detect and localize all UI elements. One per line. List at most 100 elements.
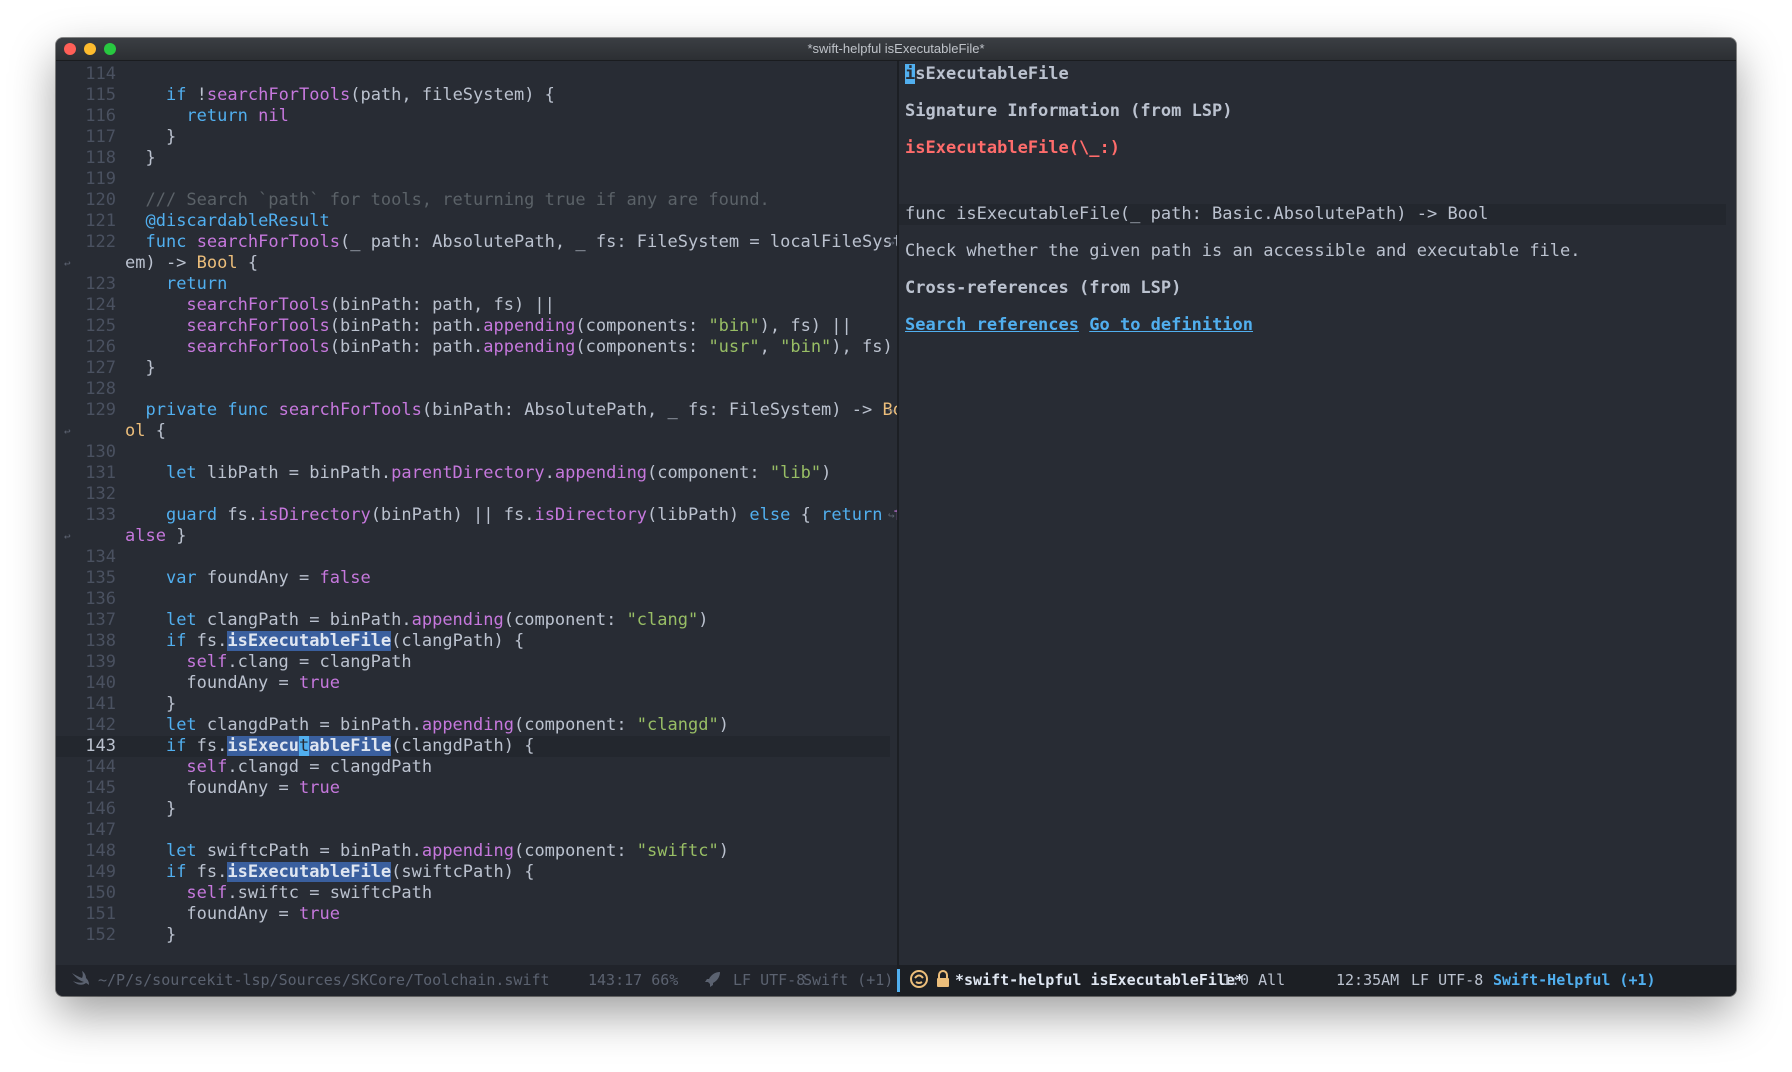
code-line[interactable]: 118 } <box>56 148 890 169</box>
code-line[interactable]: 144 self.clangd = clangdPath <box>56 757 890 778</box>
line-number: 129 <box>85 400 116 420</box>
code-line[interactable]: 116 return nil <box>56 106 890 127</box>
line-number: 124 <box>85 295 116 315</box>
window-title: *swift-helpful isExecutableFile* <box>807 41 985 56</box>
line-number: 121 <box>85 211 116 231</box>
code-text: } <box>125 694 176 715</box>
code-line[interactable]: 133 guard fs.isDirectory(binPath) || fs.… <box>56 505 897 526</box>
code-token: "bin" <box>708 316 760 336</box>
code-line[interactable]: 128 <box>56 379 890 400</box>
code-token: libPath = binPath. <box>196 463 392 483</box>
code-token: (component: <box>503 610 627 630</box>
code-token: } <box>125 148 156 168</box>
code-token: appending <box>411 610 504 630</box>
code-line[interactable]: 124 searchForTools(binPath: path, fs) || <box>56 295 890 316</box>
file-encoding[interactable]: LF UTF-8 <box>733 965 805 996</box>
code-line[interactable]: 146 } <box>56 799 890 820</box>
code-line[interactable]: 151 foundAny = true <box>56 904 890 925</box>
code-line[interactable]: 149 if fs.isExecutableFile(swiftcPath) { <box>56 862 890 883</box>
code-line[interactable]: 125 searchForTools(binPath: path.appendi… <box>56 316 890 337</box>
code-line[interactable]: 134 <box>56 547 890 568</box>
line-number: 141 <box>85 694 116 714</box>
code-text: let swiftcPath = binPath.appending(compo… <box>125 841 729 862</box>
code-line[interactable]: 131 let libPath = binPath.parentDirector… <box>56 463 890 484</box>
code-line[interactable]: 132 <box>56 484 890 505</box>
code-token: (swiftcPath) { <box>391 862 535 882</box>
signature-text: func isExecutableFile(_ path: Basic.Abso… <box>905 204 1489 224</box>
line-number: 145 <box>85 778 116 798</box>
code-text: var foundAny = false <box>125 568 371 589</box>
code-line[interactable]: 120 /// Search `path` for tools, returni… <box>56 190 890 211</box>
code-token: clangPath = binPath. <box>196 610 412 630</box>
code-token: let <box>165 715 197 735</box>
code-token: "clangd" <box>636 715 719 735</box>
code-line[interactable]: 119 <box>56 169 890 190</box>
code-token: isExecutableFile <box>227 631 392 651</box>
code-line[interactable]: 123 return <box>56 274 890 295</box>
code-token: foundAny = <box>125 904 299 924</box>
code-line[interactable]: 145 foundAny = true <box>56 778 890 799</box>
code-line[interactable]: 142 let clangdPath = binPath.appending(c… <box>56 715 890 736</box>
line-number: 126 <box>85 337 116 357</box>
help-major-mode[interactable]: Swift-Helpful (+1) <box>1493 965 1656 996</box>
help-file-encoding[interactable]: LF UTF-8 <box>1411 965 1483 996</box>
code-line[interactable]: 135 var foundAny = false <box>56 568 890 589</box>
code-line[interactable]: 147 <box>56 820 890 841</box>
code-token: (binPath) || fs. <box>370 505 535 525</box>
code-line[interactable]: 129 private func searchForTools(binPath:… <box>56 400 897 421</box>
code-line[interactable]: 148 let swiftcPath = binPath.appending(c… <box>56 841 890 862</box>
code-line[interactable]: 121 @discardableResult <box>56 211 890 232</box>
code-line[interactable]: 114 <box>56 64 890 85</box>
code-line[interactable]: 140 foundAny = true <box>56 673 890 694</box>
code-line[interactable]: 152 } <box>56 925 890 946</box>
line-number: 132 <box>85 484 116 504</box>
code-line[interactable]: ↩ alse } <box>56 526 890 547</box>
code-line[interactable]: 127 } <box>56 358 890 379</box>
code-line[interactable]: 150 self.swiftc = swiftcPath <box>56 883 890 904</box>
code-line[interactable]: 138 if fs.isExecutableFile(clangPath) { <box>56 631 890 652</box>
wrap-continuation-icon: ↩ <box>64 257 71 270</box>
code-token: ), fs) <box>831 337 893 357</box>
code-line[interactable]: 122 func searchForTools(_ path: Absolute… <box>56 232 897 253</box>
code-text: self.clang = clangPath <box>125 652 411 673</box>
code-line[interactable]: 141 } <box>56 694 890 715</box>
code-line[interactable]: 130 <box>56 442 890 463</box>
symbol-name: isExecutableFile(\_:) <box>905 138 1120 158</box>
code-text: let clangPath = binPath.appending(compon… <box>125 610 709 631</box>
code-text: if fs.isExecutableFile(clangPath) { <box>125 631 524 652</box>
emacs-window: *swift-helpful isExecutableFile* 114 115 … <box>56 38 1736 996</box>
code-token: } <box>165 526 187 546</box>
cursor-position: 143:17 66% <box>588 971 679 989</box>
major-mode[interactable]: Swift (+1) <box>803 965 893 996</box>
help-pane[interactable]: isExecutableFile Signature Information (… <box>899 61 1736 965</box>
code-token: isExecu <box>227 736 300 756</box>
code-editor-pane[interactable]: 114 115 if !searchForTools(path, fileSyst… <box>56 61 897 965</box>
buffer-name[interactable]: *swift-helpful isExecutableFile* <box>955 965 1244 996</box>
code-line[interactable]: 115 if !searchForTools(path, fileSystem)… <box>56 85 890 106</box>
code-text: return nil <box>125 106 288 127</box>
code-token: (_ path: AbsolutePath, _ fs: FileSystem … <box>339 232 897 252</box>
code-text: em) -> Bool { <box>125 253 258 274</box>
code-text: /// Search `path` for tools, returning t… <box>125 190 769 211</box>
search-references-link[interactable]: Search references <box>905 315 1079 335</box>
code-token: let <box>165 610 197 630</box>
code-line[interactable]: ↩ em) -> Bool { <box>56 253 890 274</box>
code-token: ! <box>186 85 207 105</box>
code-line[interactable]: 136 <box>56 589 890 610</box>
code-line[interactable]: 126 searchForTools(binPath: path.appendi… <box>56 337 893 358</box>
code-token: isExecutableFile <box>227 862 392 882</box>
current-code-line[interactable]: 143 if fs.isExecutableFile(clangdPath) { <box>56 736 890 757</box>
code-line[interactable]: 139 self.clang = clangPath <box>56 652 890 673</box>
code-line[interactable]: 137 let clangPath = binPath.appending(co… <box>56 610 890 631</box>
file-path[interactable]: ~/P/s/sourcekit-lsp/Sources/SKCore/Toolc… <box>98 965 550 996</box>
code-line[interactable]: 117 } <box>56 127 890 148</box>
code-line[interactable]: ↩ ol { <box>56 421 890 442</box>
go-to-definition-link[interactable]: Go to definition <box>1089 315 1253 335</box>
code-token: } <box>125 925 177 945</box>
code-token: . <box>544 463 555 483</box>
